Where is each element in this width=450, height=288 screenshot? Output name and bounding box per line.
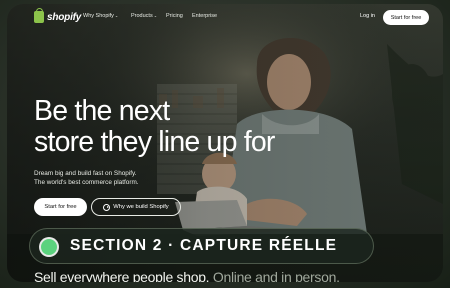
- section-label-pill: SECTION 2 · CAPTURE RÉELLE: [29, 228, 374, 264]
- nav-item-why-shopify[interactable]: Why Shopify⌄: [83, 13, 118, 19]
- status-dot-icon: [41, 239, 57, 255]
- tagline-secondary: Online and in person.: [209, 269, 340, 282]
- hero-subtitle: Dream big and build fast on Shopify. The…: [34, 170, 139, 187]
- nav-item-enterprise[interactable]: Enterprise: [192, 13, 217, 19]
- nav-item-pricing[interactable]: Pricing: [166, 13, 183, 19]
- shopping-bag-icon: [34, 8, 44, 23]
- subtitle-line-2: The world's best commerce platform.: [34, 178, 139, 186]
- nav-item-products[interactable]: Products⌄: [131, 13, 157, 19]
- login-link[interactable]: Log in: [360, 13, 375, 19]
- why-we-build-button[interactable]: Why we build Shopify: [91, 198, 181, 216]
- logo-text: shopify: [47, 11, 82, 23]
- chevron-down-icon: ⌄: [153, 13, 158, 18]
- section-label: SECTION 2 · CAPTURE RÉELLE: [70, 237, 338, 254]
- top-navigation: shopify Why Shopify⌄ Products⌄ Pricing E…: [7, 4, 443, 30]
- headline-line-2: store they line up for: [34, 126, 275, 158]
- tagline-primary: Sell everywhere people shop.: [34, 269, 210, 282]
- why-we-build-label: Why we build Shopify: [113, 204, 169, 210]
- hero-headline: Be the next store they line up for: [34, 96, 275, 158]
- page-backdrop: shopify Why Shopify⌄ Products⌄ Pricing E…: [0, 0, 450, 288]
- play-icon: [103, 203, 111, 211]
- subtitle-line-1: Dream big and build fast on Shopify.: [34, 170, 137, 177]
- shopify-logo[interactable]: shopify: [34, 8, 82, 24]
- bottom-tagline: Sell everywhere people shop. Online and …: [34, 269, 340, 282]
- chevron-down-icon: ⌄: [114, 13, 119, 18]
- start-for-free-button[interactable]: Start for free: [34, 198, 87, 216]
- headline-line-1: Be the next: [34, 95, 170, 127]
- start-for-free-nav-button[interactable]: Start for free: [383, 10, 429, 25]
